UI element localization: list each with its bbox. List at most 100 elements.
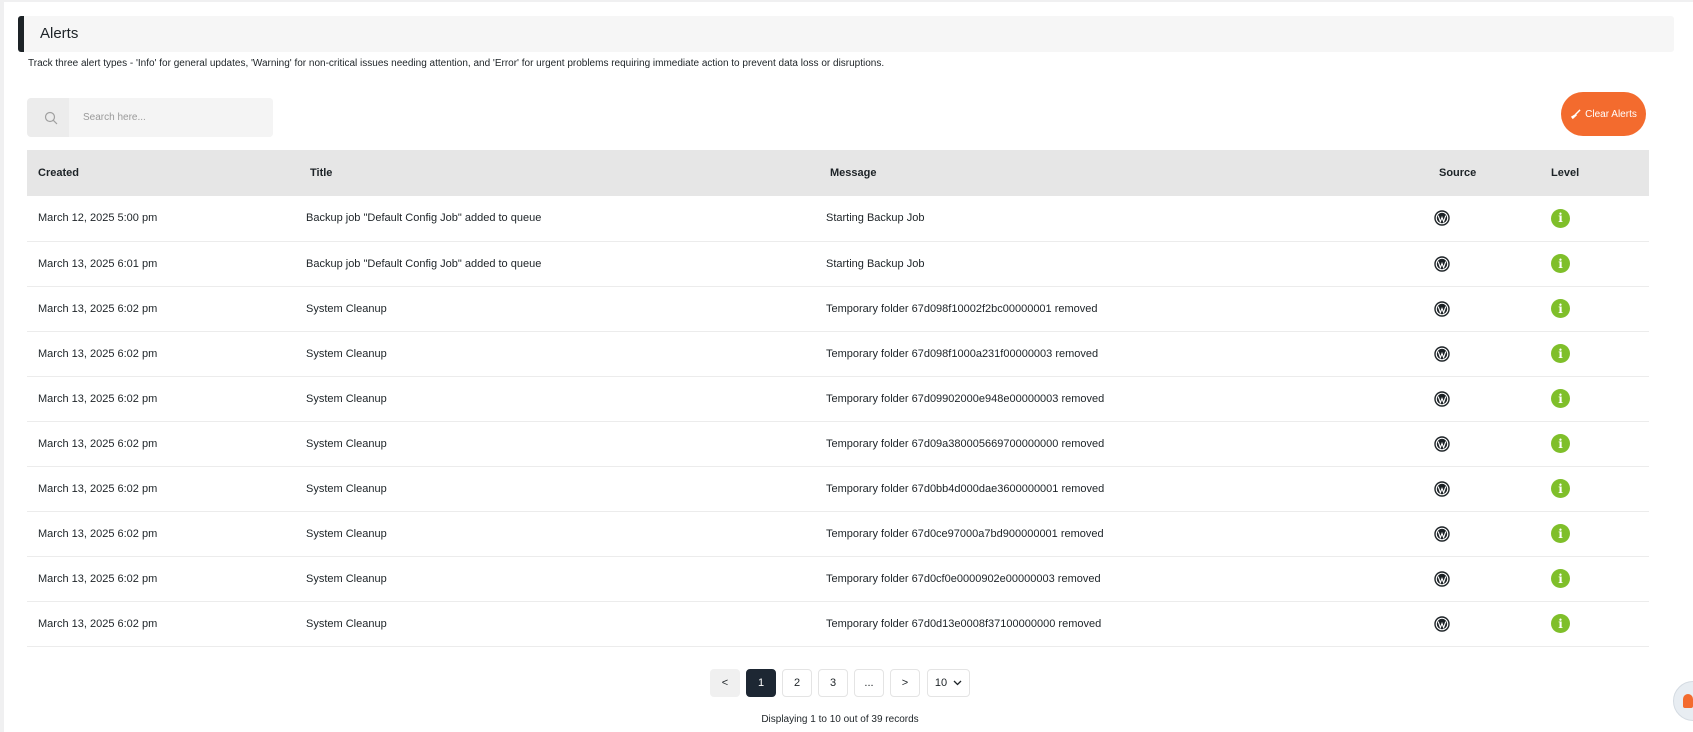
search-box (27, 98, 273, 137)
cell-source (1427, 556, 1547, 601)
cell-message: Temporary folder 67d09a38000566970000000… (826, 437, 1105, 450)
info-level-icon[interactable]: i (1551, 569, 1570, 588)
wordpress-icon (1434, 435, 1547, 452)
per-page-select[interactable]: 10 (927, 669, 970, 697)
cell-level: i (1547, 556, 1649, 601)
cell-message: Starting Backup Job (826, 257, 925, 270)
page-ellipsis: ... (854, 669, 884, 697)
table-row[interactable]: March 13, 2025 6:02 pm System Cleanup Temp… (27, 466, 1649, 511)
search-input[interactable] (69, 98, 273, 137)
cell-created: March 13, 2025 6:02 pm (38, 527, 158, 540)
cell-message: Temporary folder 67d098f1000a231f0000000… (826, 347, 1099, 360)
wordpress-icon (1434, 210, 1547, 226)
flame-icon (1683, 694, 1693, 708)
cell-level: i (1547, 511, 1649, 556)
table-row[interactable]: March 13, 2025 6:02 pm System Cleanup Temp… (27, 331, 1649, 376)
wordpress-icon (1434, 615, 1547, 632)
next-page-button[interactable]: > (890, 669, 920, 697)
page-button-2[interactable]: 2 (782, 669, 812, 697)
wordpress-icon (1434, 480, 1547, 497)
table-row[interactable]: March 13, 2025 6:02 pm System Cleanup Temp… (27, 421, 1649, 466)
info-level-icon[interactable]: i (1551, 524, 1570, 543)
column-header-message[interactable]: Message (819, 150, 1427, 196)
prev-page-button[interactable]: < (710, 669, 740, 697)
cell-source (1427, 286, 1547, 331)
column-header-title[interactable]: Title (299, 150, 819, 196)
page-button-1[interactable]: 1 (746, 669, 776, 697)
cell-title: System Cleanup (306, 302, 387, 315)
records-summary: Displaying 1 to 10 out of 39 records (761, 714, 919, 725)
page-description: Track three alert types - 'Info' for gen… (28, 58, 885, 69)
cell-message: Temporary folder 67d0bb4d000dae360000000… (826, 482, 1105, 495)
table-row[interactable]: March 13, 2025 6:02 pm System Cleanup Temp… (27, 601, 1649, 646)
info-level-icon[interactable]: i (1551, 389, 1570, 408)
cell-title: Backup job "Default Config Job" added to… (306, 212, 542, 225)
column-header-created[interactable]: Created (27, 150, 299, 196)
cell-title: System Cleanup (306, 572, 387, 585)
chevron-down-icon (953, 680, 962, 686)
cell-title: System Cleanup (306, 482, 387, 495)
cell-created: March 13, 2025 6:02 pm (38, 482, 158, 495)
cell-message: Temporary folder 67d098f10002f2bc0000000… (826, 302, 1098, 315)
cell-message: Temporary folder 67d0ce97000a7bd90000000… (826, 527, 1104, 540)
info-level-icon[interactable]: i (1551, 344, 1570, 363)
table-row[interactable]: March 13, 2025 6:02 pm System Cleanup Temp… (27, 376, 1649, 421)
wordpress-icon (1434, 300, 1547, 317)
cell-created: March 13, 2025 6:02 pm (38, 617, 158, 630)
cell-level: i (1547, 376, 1649, 421)
alerts-table: Created Title Message Source Level March… (27, 150, 1649, 647)
cell-title: System Cleanup (306, 392, 387, 405)
info-level-icon[interactable]: i (1551, 208, 1570, 228)
clear-alerts-button[interactable]: Clear Alerts (1561, 92, 1646, 136)
cell-level: i (1547, 331, 1649, 376)
page-title: Alerts (40, 25, 79, 42)
table-row[interactable]: March 12, 2025 5:00 pm Backup job "Defaul… (27, 196, 1649, 241)
cell-message: Temporary folder 67d0d13e0008f3710000000… (826, 617, 1102, 630)
info-level-icon[interactable]: i (1551, 479, 1570, 498)
cell-source (1427, 196, 1547, 241)
broom-icon (1571, 108, 1581, 119)
info-level-icon[interactable]: i (1551, 299, 1570, 318)
cell-level: i (1547, 421, 1649, 466)
search-icon (44, 111, 58, 125)
page-button-3[interactable]: 3 (818, 669, 848, 697)
info-level-icon[interactable]: i (1551, 614, 1570, 633)
column-header-level[interactable]: Level (1547, 150, 1649, 196)
table-row[interactable]: March 13, 2025 6:02 pm System Cleanup Temp… (27, 286, 1649, 331)
cell-source (1427, 331, 1547, 376)
cell-source (1427, 376, 1547, 421)
cell-created: March 13, 2025 6:01 pm (38, 257, 158, 270)
info-level-icon[interactable]: i (1551, 254, 1570, 273)
cell-title: System Cleanup (306, 347, 387, 360)
per-page-value: 10 (934, 677, 948, 689)
wordpress-icon (1434, 570, 1547, 587)
info-level-icon[interactable]: i (1551, 434, 1570, 453)
wordpress-icon (1434, 390, 1547, 407)
cell-level: i (1547, 241, 1649, 286)
cell-created: March 13, 2025 6:02 pm (38, 347, 158, 360)
wordpress-icon (1434, 345, 1547, 362)
cell-created: March 13, 2025 6:02 pm (38, 392, 158, 405)
cell-created: March 12, 2025 5:00 pm (38, 212, 158, 225)
clear-alerts-label: Clear Alerts (1585, 108, 1637, 120)
cell-source (1427, 601, 1547, 646)
cell-title: System Cleanup (306, 527, 387, 540)
table-row[interactable]: March 13, 2025 6:01 pm Backup job "Defaul… (27, 241, 1649, 286)
cell-message: Temporary folder 67d09902000e948e0000000… (826, 392, 1105, 405)
cell-level: i (1547, 196, 1649, 241)
cell-level: i (1547, 466, 1649, 511)
table-header-row: Created Title Message Source Level (27, 150, 1649, 196)
cell-level: i (1547, 601, 1649, 646)
cell-source (1427, 421, 1547, 466)
column-header-source[interactable]: Source (1427, 150, 1547, 196)
cell-created: March 13, 2025 6:02 pm (38, 437, 158, 450)
table-row[interactable]: March 13, 2025 6:02 pm System Cleanup Temp… (27, 511, 1649, 556)
table-row[interactable]: March 13, 2025 6:02 pm System Cleanup Temp… (27, 556, 1649, 601)
cell-level: i (1547, 286, 1649, 331)
alerts-panel: Alerts Track three alert types - 'Info' … (4, 2, 1693, 732)
cell-title: Backup job "Default Config Job" added to… (306, 257, 542, 270)
header-bar: Alerts (18, 16, 1674, 52)
cell-source (1427, 511, 1547, 556)
cell-title: System Cleanup (306, 437, 387, 450)
cell-created: March 13, 2025 6:02 pm (38, 302, 158, 315)
